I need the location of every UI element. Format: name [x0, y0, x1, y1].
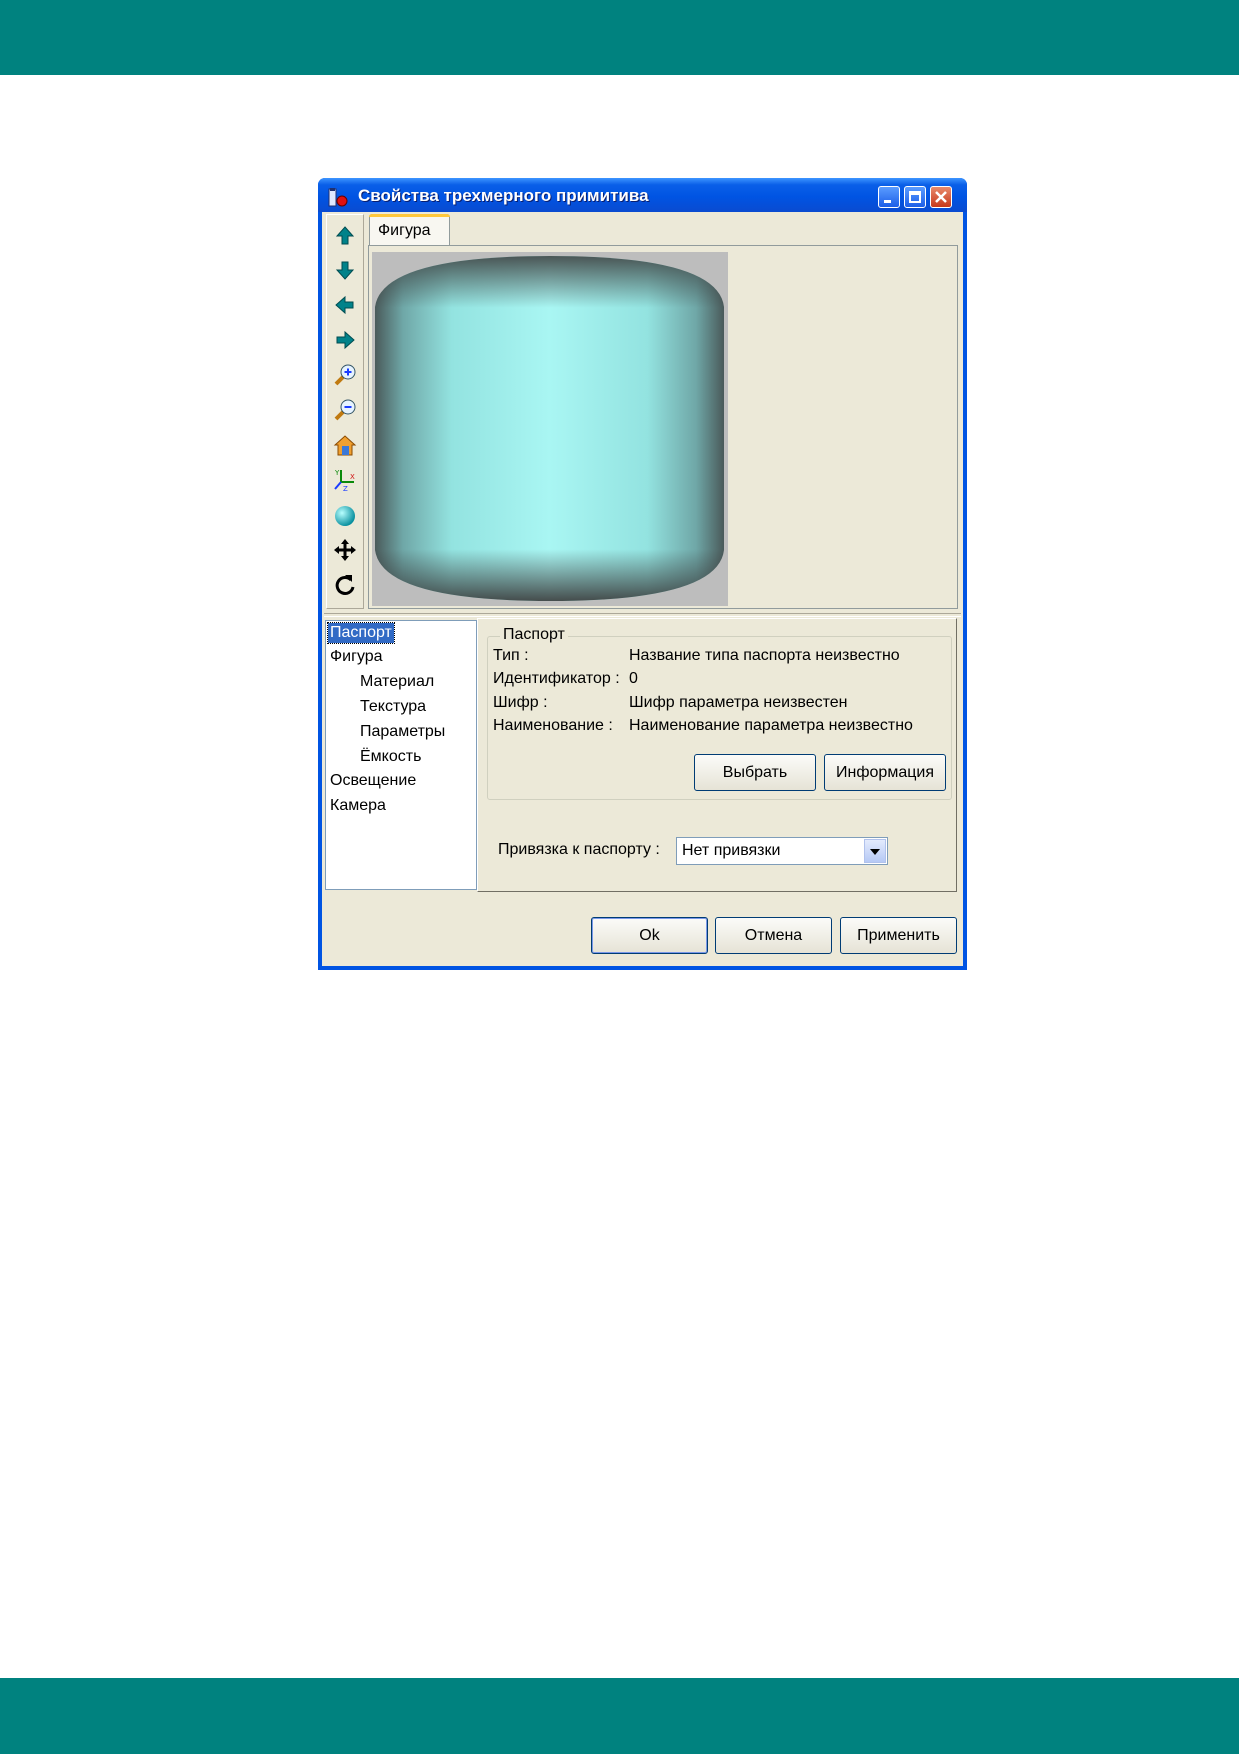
property-tree[interactable]: Паспорт Фигура Материал Текстура Парамет… — [325, 620, 477, 890]
property-panel: Паспорт Тип : Название типа паспорта неи… — [477, 618, 957, 892]
ok-button[interactable]: Ok — [591, 917, 708, 954]
tree-item-passport[interactable]: Паспорт — [327, 622, 395, 644]
type-label: Тип : — [493, 647, 529, 664]
passport-group-title: Паспорт — [500, 626, 568, 644]
tree-item-material[interactable]: Материал — [358, 672, 436, 692]
bottom-banner — [0, 1678, 1239, 1754]
window-title: Свойства трехмерного примитива — [358, 186, 649, 205]
svg-text:Y: Y — [334, 469, 340, 477]
arrow-right-icon — [336, 330, 355, 350]
name-value: Наименование параметра неизвестно — [629, 717, 913, 734]
pan-down-button[interactable] — [332, 257, 358, 283]
svg-text:Z: Z — [343, 485, 348, 493]
move-icon — [334, 539, 356, 561]
id-label: Идентификатор : — [493, 670, 620, 687]
type-value: Название типа паспорта неизвестно — [629, 647, 900, 664]
code-label: Шифр : — [493, 694, 548, 711]
cancel-button[interactable]: Отмена — [715, 917, 832, 954]
move-button[interactable] — [332, 537, 358, 563]
maximize-icon — [909, 191, 921, 203]
home-view-button[interactable] — [332, 432, 358, 458]
passport-group: Паспорт Тип : Название типа паспорта неи… — [487, 626, 952, 800]
sphere-icon — [335, 506, 355, 526]
zoom-out-icon — [334, 399, 356, 421]
cylinder-model — [375, 256, 724, 601]
top-banner — [0, 0, 1239, 75]
home-view-icon — [333, 435, 357, 456]
close-icon — [935, 191, 947, 203]
maximize-button[interactable] — [904, 186, 926, 208]
select-button[interactable]: Выбрать — [694, 754, 816, 791]
tree-item-figure[interactable]: Фигура — [328, 647, 385, 667]
binding-select-value: Нет привязки — [682, 842, 781, 859]
tree-item-capacity[interactable]: Ёмкость — [358, 747, 423, 767]
binding-select[interactable]: Нет привязки — [676, 837, 888, 865]
dialog-client: Y XZ Фигура Паспорт Фигура Материал Текст… — [322, 212, 963, 966]
arrow-down-icon — [335, 261, 355, 280]
3d-preview[interactable] — [372, 252, 728, 606]
arrow-up-icon — [335, 226, 355, 245]
tree-item-texture[interactable]: Текстура — [358, 697, 428, 717]
tab-figure[interactable]: Фигура — [369, 214, 450, 246]
pan-up-button[interactable] — [332, 223, 358, 249]
axes-button[interactable]: Y XZ — [332, 467, 358, 493]
info-button[interactable]: Информация — [824, 754, 946, 791]
code-value: Шифр параметра неизвестен — [629, 694, 848, 711]
apply-button[interactable]: Применить — [840, 917, 957, 954]
id-value: 0 — [629, 670, 638, 687]
tree-item-lighting[interactable]: Освещение — [328, 771, 418, 791]
rotate-icon — [335, 575, 355, 595]
zoom-in-button[interactable] — [332, 362, 358, 388]
svg-text:X: X — [350, 473, 355, 481]
app-icon — [326, 186, 348, 208]
tree-item-camera[interactable]: Камера — [328, 796, 388, 816]
view-toolbar: Y XZ — [326, 214, 364, 609]
name-label: Наименование : — [493, 717, 613, 734]
zoom-in-icon — [334, 364, 356, 386]
rotate-button[interactable] — [332, 572, 358, 598]
properties-dialog: Свойства трехмерного примитива Y X Z Фиг… — [318, 178, 967, 970]
pan-left-button[interactable] — [332, 292, 358, 318]
minimize-icon — [884, 200, 891, 203]
arrow-left-icon — [335, 295, 354, 315]
splitter[interactable] — [324, 613, 961, 617]
close-button[interactable] — [930, 186, 952, 208]
binding-label: Привязка к паспорту : — [498, 841, 660, 858]
minimize-button[interactable] — [878, 186, 900, 208]
chevron-down-icon[interactable] — [864, 839, 886, 863]
pan-right-button[interactable] — [332, 327, 358, 353]
tab-figure-label: Фигура — [378, 222, 431, 239]
axes-icon: Y XZ — [334, 469, 355, 493]
zoom-out-button[interactable] — [332, 397, 358, 423]
shading-button[interactable] — [332, 502, 358, 528]
tree-item-parameters[interactable]: Параметры — [358, 722, 447, 742]
title-bar[interactable]: Свойства трехмерного примитива — [318, 178, 967, 212]
